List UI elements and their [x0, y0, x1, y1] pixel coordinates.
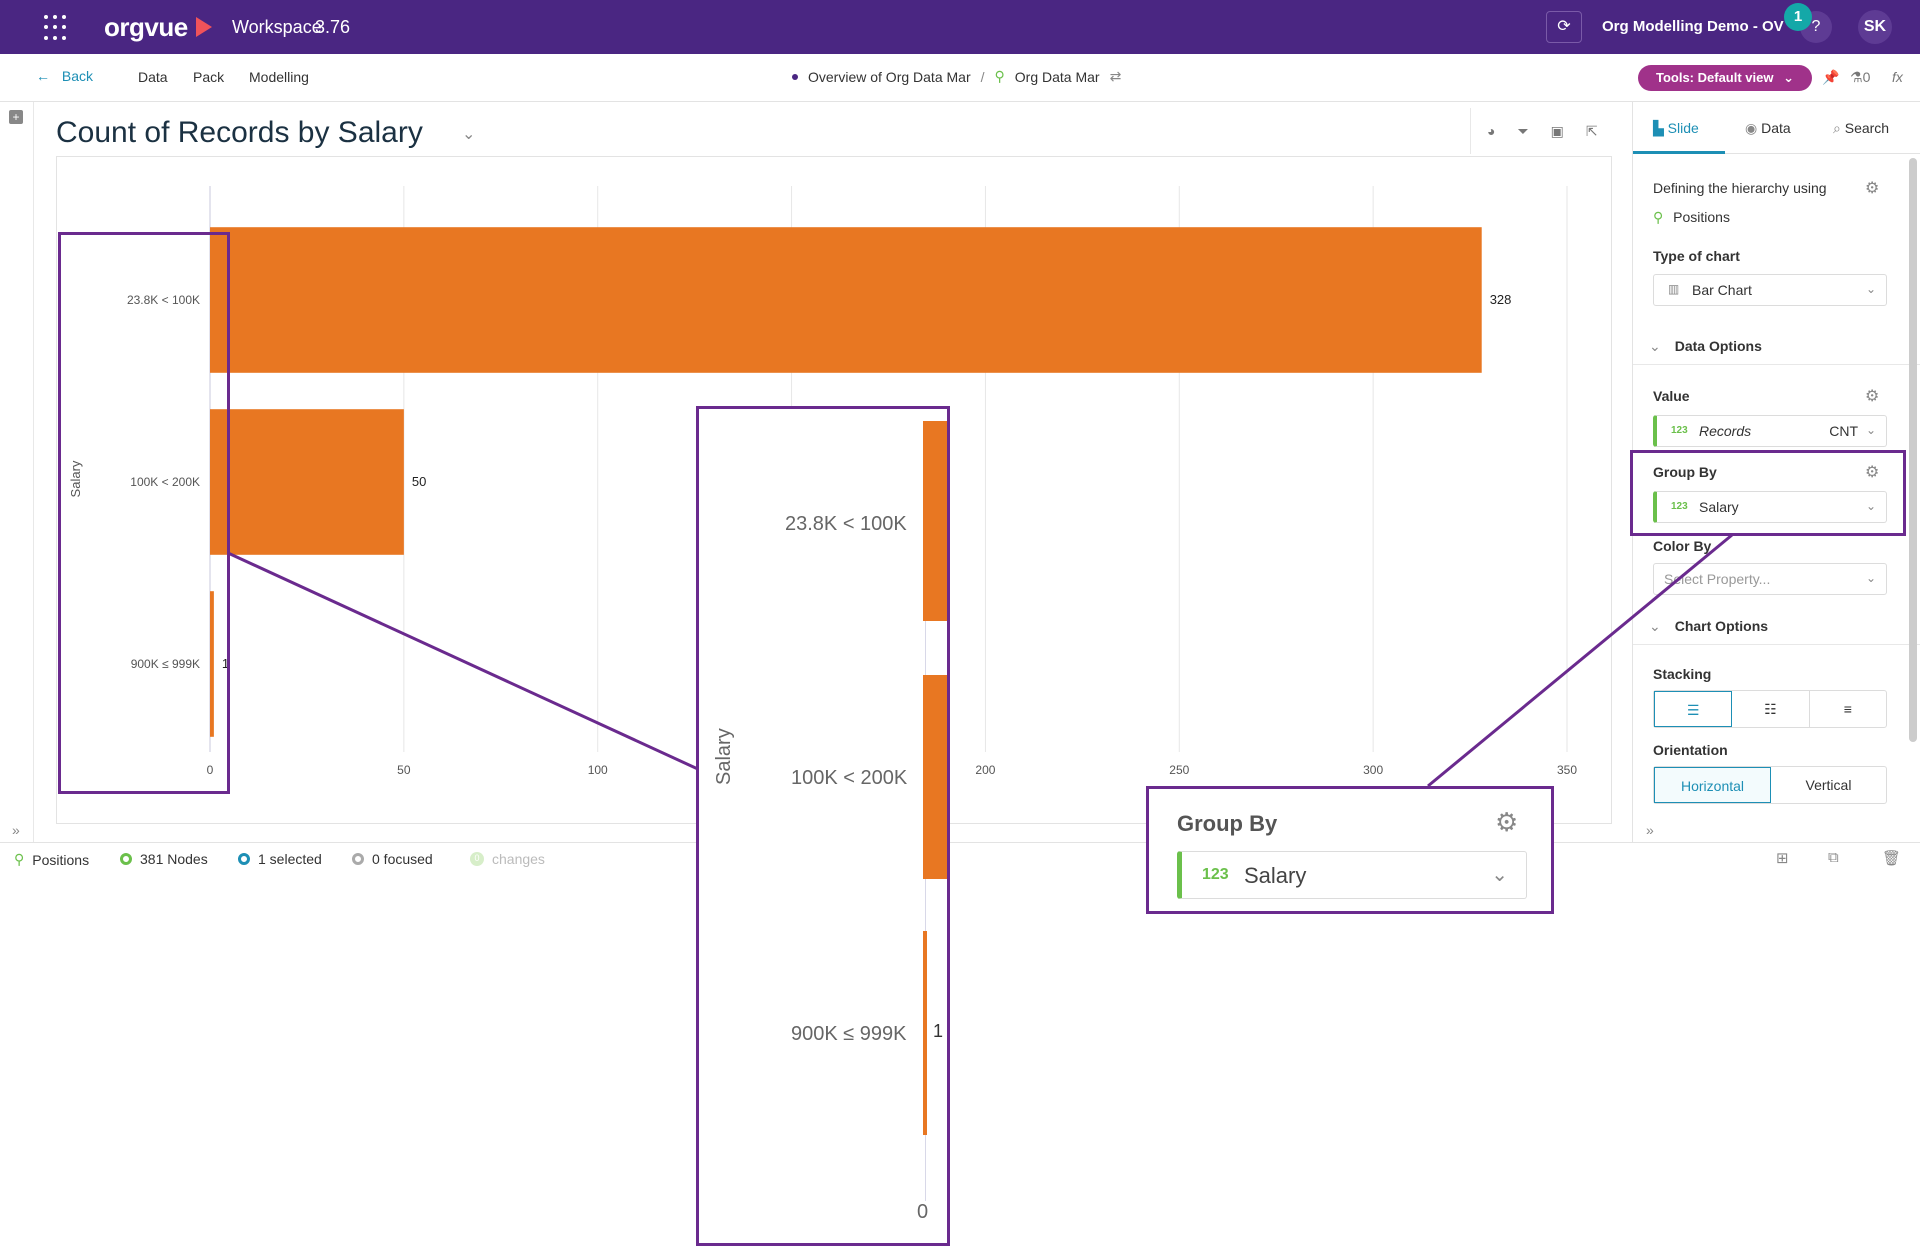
- zoom-zero-tick: 0: [917, 1201, 929, 1223]
- axis-highlight-box: [58, 232, 230, 794]
- zoom-callout: 23.8K < 100K 100K < 200K 900K ≤ 999K 1 0…: [696, 406, 950, 1246]
- zoom-clipped-value-label: 1: [933, 1021, 944, 1041]
- callout-group-by-select: 123 Salary ⌄: [1177, 851, 1527, 899]
- zoom-bar-2: [923, 931, 927, 1135]
- zoom-axis-label: Salary: [713, 728, 735, 785]
- zoom-category-label: 100K < 200K: [791, 767, 908, 789]
- callout-group-by-value: Salary: [1244, 863, 1307, 888]
- group-by-callout: Group By ⚙ 123 Salary ⌄: [1146, 786, 1554, 914]
- callout-group-by-label: Group By: [1177, 811, 1278, 836]
- zoom-category-label: 900K ≤ 999K: [791, 1023, 907, 1045]
- group-by-highlight-box: [1630, 450, 1906, 536]
- callout-type-tag: 123: [1202, 866, 1229, 883]
- zoom-leader-line: [227, 551, 701, 772]
- chevron-down-icon: ⌄: [1491, 864, 1508, 886]
- zoom-category-label: 23.8K < 100K: [785, 513, 907, 535]
- zoom-bar-0: [923, 421, 947, 621]
- callout-settings-icon: ⚙: [1495, 807, 1519, 837]
- zoom-bar-1: [923, 675, 947, 879]
- annotation-leader-lines: [227, 533, 1733, 788]
- group-by-leader-line: [1427, 533, 1733, 788]
